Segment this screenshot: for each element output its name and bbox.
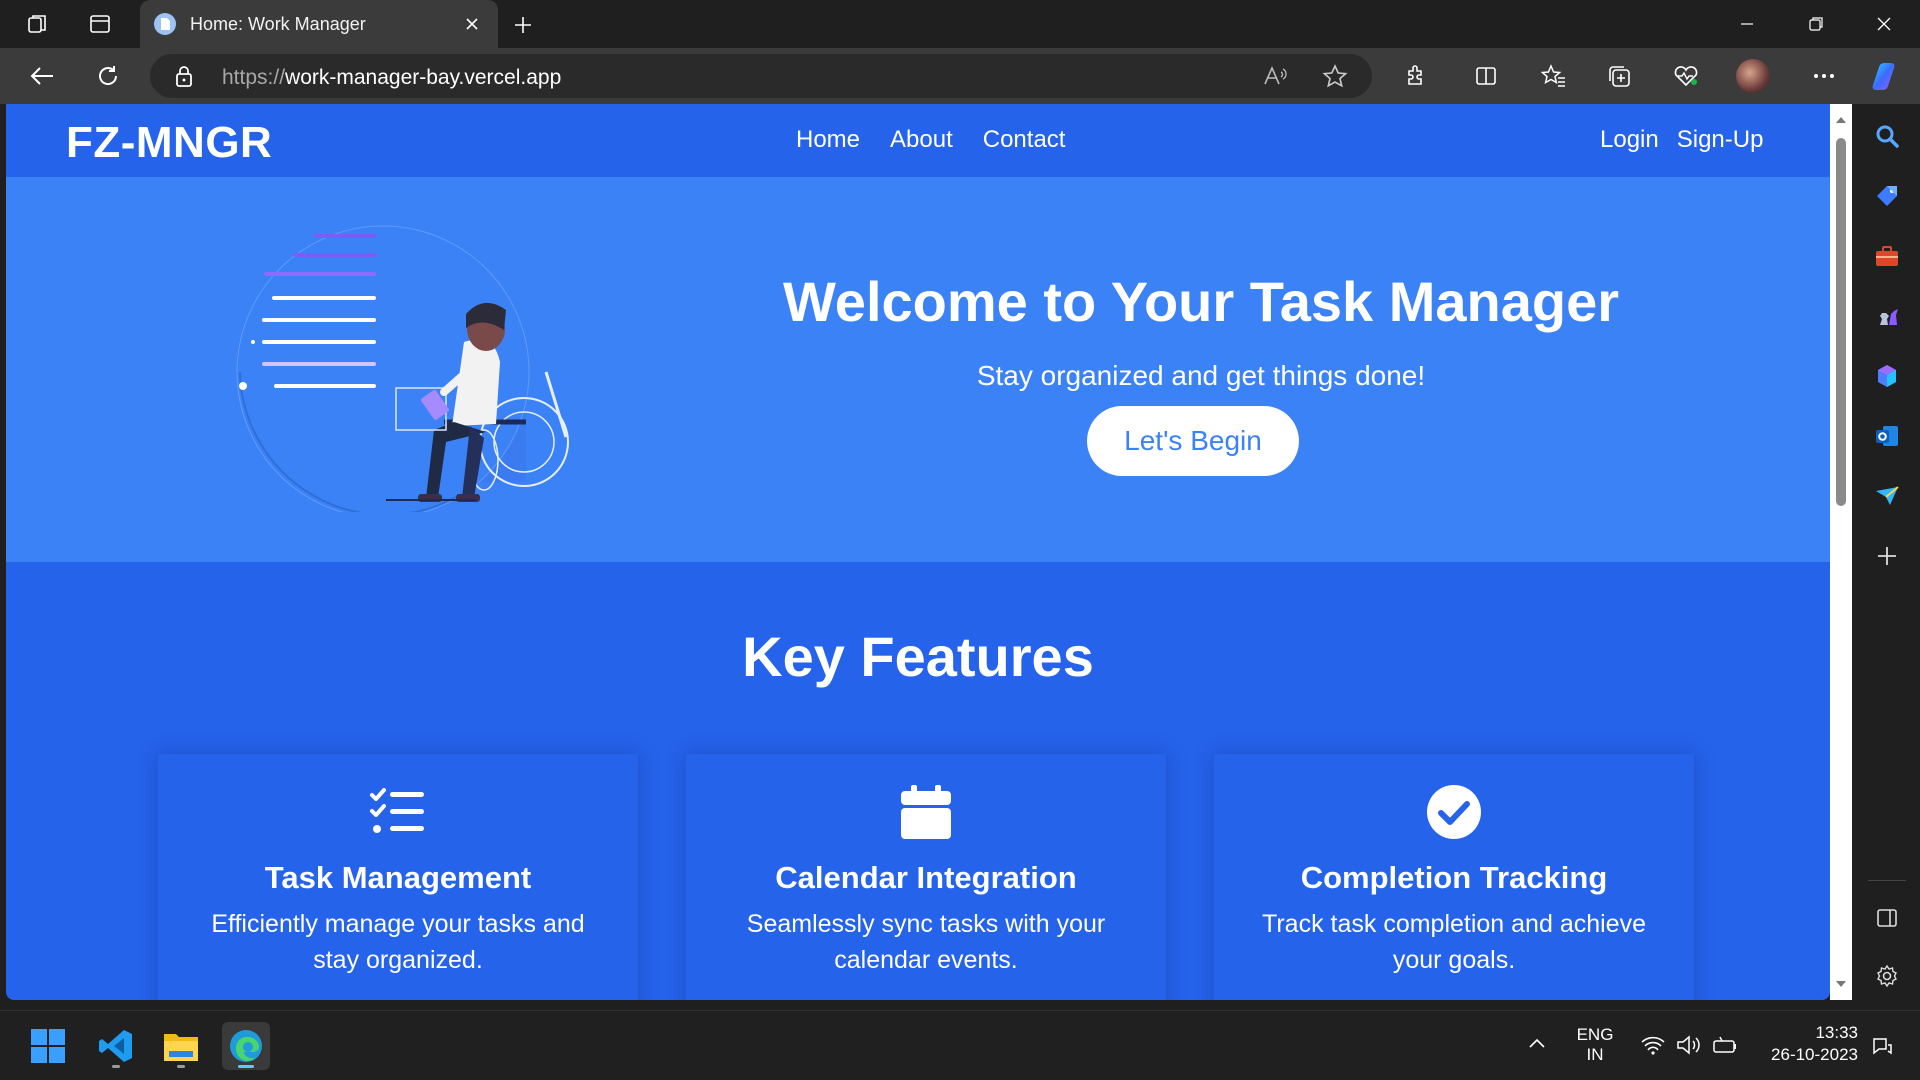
features-heading: Key Features: [742, 625, 1094, 688]
nav-home-link[interactable]: Home: [796, 126, 860, 154]
more-options-icon[interactable]: [1806, 58, 1842, 94]
sidebar-settings-gear-icon[interactable]: [1871, 960, 1903, 992]
tab-close-icon[interactable]: [458, 10, 486, 38]
login-link[interactable]: Login: [1600, 126, 1659, 154]
extensions-icon[interactable]: [1398, 58, 1434, 94]
browser-titlebar: Home: Work Manager: [0, 0, 1920, 48]
feature-description: Seamlessly sync tasks with your calendar…: [746, 910, 1106, 974]
windows-start-icon[interactable]: [24, 1022, 72, 1070]
favorites-icon[interactable]: [1536, 58, 1572, 94]
calendar-icon: [894, 780, 958, 844]
feature-title: Completion Tracking: [1300, 860, 1608, 895]
drop-send-icon[interactable]: [1871, 480, 1903, 512]
nav-contact-link[interactable]: Contact: [983, 126, 1066, 154]
outlook-icon[interactable]: [1871, 420, 1903, 452]
edge-taskbar-icon[interactable]: [222, 1022, 270, 1070]
input-language-indicator[interactable]: ENG IN: [1572, 1025, 1618, 1065]
feature-card-calendar-integration: Calendar Integration Seamlessly sync tas…: [686, 754, 1166, 1000]
split-screen-icon[interactable]: [1468, 58, 1504, 94]
vscode-taskbar-icon[interactable]: [92, 1022, 140, 1070]
windows-taskbar: ENG IN 13:33 26-10-2023: [0, 1010, 1920, 1080]
copilot-icon[interactable]: [1868, 58, 1904, 94]
browser-tab-active[interactable]: Home: Work Manager: [140, 0, 498, 48]
vertical-tabs-icon[interactable]: [86, 10, 114, 38]
copilot-sidebar-icon[interactable]: [1871, 360, 1903, 392]
battery-icon[interactable]: [1712, 1035, 1738, 1055]
minimize-button[interactable]: [1731, 8, 1763, 40]
scroll-up-arrow-icon[interactable]: [1835, 114, 1847, 126]
profile-avatar[interactable]: [1735, 58, 1771, 94]
list-check-icon: [366, 780, 430, 844]
hero-title: Welcome to Your Task Manager: [782, 270, 1620, 333]
file-explorer-taskbar-icon[interactable]: [157, 1022, 205, 1070]
page-viewport: FZ-MNGR Home About Contact Login Sign-Up: [6, 104, 1830, 1000]
page-scrollbar[interactable]: [1830, 104, 1852, 1000]
tools-icon[interactable]: [1871, 240, 1903, 272]
nav-about-link[interactable]: About: [890, 126, 953, 154]
read-aloud-icon[interactable]: [1262, 64, 1288, 88]
main-nav: Home About Contact: [796, 126, 1065, 154]
hero-illustration: [226, 222, 606, 512]
scroll-down-arrow-icon[interactable]: [1835, 978, 1847, 990]
close-window-button[interactable]: [1868, 8, 1900, 40]
show-hidden-icons-chevron-icon[interactable]: [1528, 1037, 1546, 1049]
favorite-star-icon[interactable]: [1322, 64, 1348, 88]
site-brand-logo[interactable]: FZ-MNGR: [66, 118, 272, 168]
notification-center-icon[interactable]: [1870, 1035, 1894, 1057]
scrollbar-thumb[interactable]: [1836, 138, 1846, 506]
sidebar-divider: [1868, 880, 1906, 881]
hero-subtitle: Stay organized and get things done!: [976, 360, 1426, 391]
lock-icon[interactable]: [174, 64, 194, 88]
browser-essentials-icon[interactable]: [1668, 58, 1704, 94]
tab-title: Home: Work Manager: [190, 13, 366, 34]
feature-description: Efficiently manage your tasks and stay o…: [211, 910, 585, 974]
hero-section: Welcome to Your Task Manager Stay organi…: [6, 177, 1830, 562]
feature-description: Track task completion and achieve your g…: [1262, 910, 1646, 974]
feature-title: Task Management: [264, 860, 532, 895]
auth-nav: Login Sign-Up: [1600, 126, 1763, 154]
feature-title: Calendar Integration: [775, 860, 1077, 895]
games-icon[interactable]: [1871, 300, 1903, 332]
restore-button[interactable]: [1800, 8, 1832, 40]
site-header: FZ-MNGR Home About Contact Login Sign-Up: [6, 104, 1830, 177]
new-tab-button[interactable]: [508, 10, 538, 40]
back-button[interactable]: [24, 58, 60, 94]
tab-favicon-icon: [154, 13, 176, 35]
edge-sidebar: [1854, 104, 1920, 1010]
refresh-button[interactable]: [90, 58, 126, 94]
wifi-icon[interactable]: [1640, 1035, 1666, 1055]
hide-sidebar-icon[interactable]: [1871, 902, 1903, 934]
signup-link[interactable]: Sign-Up: [1677, 126, 1764, 154]
search-icon[interactable]: [1871, 120, 1903, 152]
check-circle-icon: [1422, 780, 1486, 844]
add-sidebar-app-icon[interactable]: [1871, 540, 1903, 572]
taskbar-clock[interactable]: 13:33 26-10-2023: [1760, 1023, 1858, 1065]
collections-icon[interactable]: [1602, 58, 1638, 94]
feature-card-completion-tracking: Completion Tracking Track task completio…: [1214, 754, 1694, 1000]
browser-toolbar: https://work-manager-bay.vercel.app: [0, 48, 1920, 104]
workspaces-icon[interactable]: [24, 10, 52, 38]
shopping-tag-icon[interactable]: [1871, 180, 1903, 212]
volume-icon[interactable]: [1676, 1035, 1702, 1055]
url-text[interactable]: https://work-manager-bay.vercel.app: [222, 66, 561, 90]
feature-card-task-management: Task Management Efficiently manage your …: [158, 754, 638, 1000]
address-bar[interactable]: https://work-manager-bay.vercel.app: [150, 54, 1372, 98]
lets-begin-button[interactable]: Let's Begin: [1087, 406, 1299, 476]
